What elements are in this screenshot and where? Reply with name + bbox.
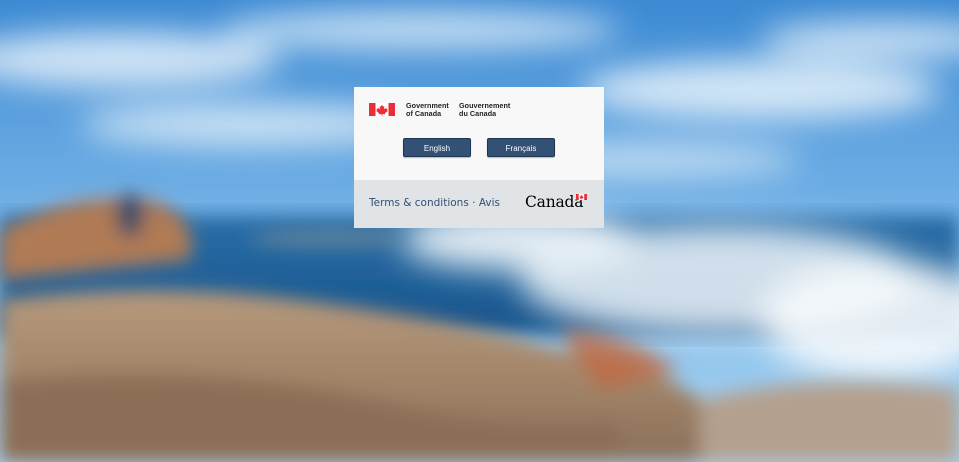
canada-flag-icon [369, 103, 395, 116]
terms-links: Terms & conditions · Avis [369, 196, 500, 210]
avis-link[interactable]: Avis [479, 197, 500, 209]
card-footer: Terms & conditions · Avis Canada [354, 180, 604, 228]
signature-fr-line2: du Canada [459, 108, 497, 118]
card-header-area: Government of Canada Gouvernement du Can… [354, 87, 604, 180]
signature-english: Government of Canada [406, 102, 462, 117]
french-button[interactable]: Français [487, 138, 555, 157]
language-selection-card: Government of Canada Gouvernement du Can… [354, 87, 604, 228]
english-button[interactable]: English [403, 138, 471, 157]
government-signature: Government of Canada Gouvernement du Can… [369, 102, 510, 118]
background-image [0, 0, 959, 462]
signature-french: Gouvernement du Canada [459, 102, 523, 117]
terms-separator: · [468, 197, 479, 209]
terms-conditions-link[interactable]: Terms & conditions [369, 197, 469, 209]
canada-wordmark: Canada [525, 193, 589, 213]
canada-wordmark-text: Canada [525, 193, 584, 211]
signature-en-line2: of Canada [406, 108, 442, 118]
canada-wordmark-flag-icon [576, 194, 587, 200]
